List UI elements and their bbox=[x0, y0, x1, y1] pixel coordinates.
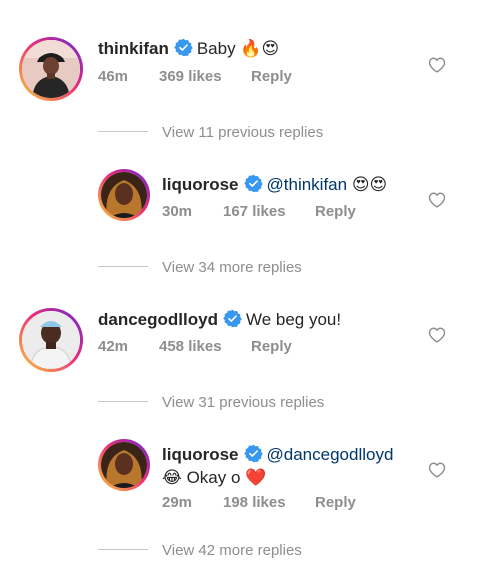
comment-text: 😂 Okay o ❤️ bbox=[162, 468, 267, 487]
timestamp: 46m bbox=[98, 68, 129, 85]
avatar[interactable] bbox=[98, 169, 150, 221]
username[interactable]: dancegodlloyd bbox=[98, 310, 218, 329]
avatar[interactable] bbox=[98, 439, 150, 491]
likes-count[interactable]: 198 likes bbox=[223, 494, 286, 511]
timestamp: 42m bbox=[98, 338, 129, 355]
verified-badge-icon bbox=[223, 309, 242, 328]
username[interactable]: liquorose bbox=[162, 445, 239, 464]
avatar-photo bbox=[101, 172, 147, 218]
likes-count[interactable]: 167 likes bbox=[223, 203, 286, 220]
replies-divider bbox=[98, 266, 148, 267]
comment-text: Baby 🔥😍 bbox=[196, 39, 280, 58]
heart-outline-icon[interactable] bbox=[428, 191, 446, 209]
verified-badge-icon bbox=[244, 444, 263, 463]
likes-count[interactable]: 458 likes bbox=[159, 338, 222, 355]
username[interactable]: thinkifan bbox=[98, 39, 169, 58]
reply-button[interactable]: Reply bbox=[315, 203, 356, 220]
heart-outline-icon[interactable] bbox=[428, 461, 446, 479]
comment-body: liquorose @dancegodlloyd 😂 Okay o ❤️ bbox=[162, 443, 393, 489]
avatar[interactable] bbox=[19, 308, 83, 372]
comment-body: liquorose @thinkifan 😍😍 bbox=[162, 174, 387, 196]
username[interactable]: liquorose bbox=[162, 175, 239, 194]
comment-text: We beg you! bbox=[245, 310, 342, 329]
timestamp: 29m bbox=[162, 494, 193, 511]
view-replies-link[interactable]: View 34 more replies bbox=[162, 259, 302, 276]
mention-link[interactable]: @dancegodlloyd bbox=[267, 445, 394, 464]
heart-outline-icon[interactable] bbox=[428, 56, 446, 74]
replies-divider bbox=[98, 131, 148, 132]
comment-text: 😍😍 bbox=[351, 175, 388, 194]
view-replies-link[interactable]: View 11 previous replies bbox=[162, 124, 323, 141]
comment-body: dancegodlloyd We beg you! bbox=[98, 309, 341, 331]
avatar[interactable] bbox=[19, 37, 83, 101]
replies-divider bbox=[98, 401, 148, 402]
reply-button[interactable]: Reply bbox=[251, 68, 292, 85]
reply-button[interactable]: Reply bbox=[251, 338, 292, 355]
replies-divider bbox=[98, 549, 148, 550]
view-replies-link[interactable]: View 42 more replies bbox=[162, 542, 302, 559]
avatar-photo bbox=[101, 442, 147, 488]
avatar-photo bbox=[22, 311, 80, 369]
likes-count[interactable]: 369 likes bbox=[159, 68, 222, 85]
timestamp: 30m bbox=[162, 203, 193, 220]
verified-badge-icon bbox=[244, 174, 263, 193]
view-replies-link[interactable]: View 31 previous replies bbox=[162, 394, 324, 411]
reply-button[interactable]: Reply bbox=[315, 494, 356, 511]
avatar-photo bbox=[22, 40, 80, 98]
comment-body: thinkifan Baby 🔥😍 bbox=[98, 38, 279, 60]
heart-outline-icon[interactable] bbox=[428, 326, 446, 344]
mention-link[interactable]: @thinkifan bbox=[267, 175, 348, 194]
verified-badge-icon bbox=[174, 38, 193, 57]
